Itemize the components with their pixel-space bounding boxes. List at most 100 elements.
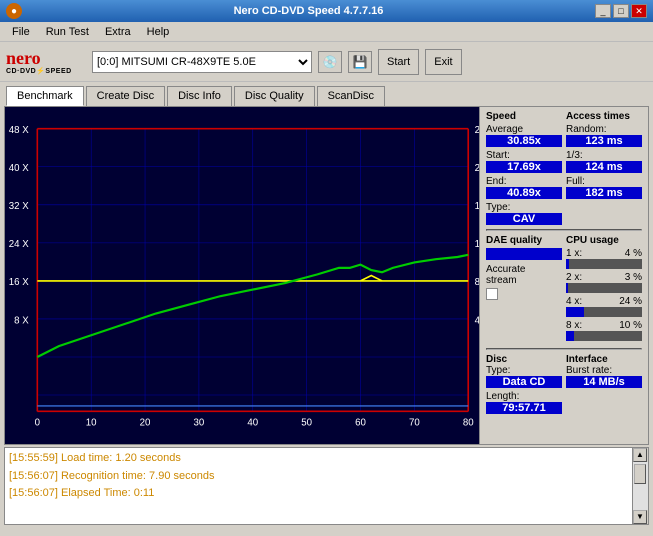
disc-length-value: 79:57.71 — [486, 402, 562, 414]
interface-title: Interface — [566, 354, 642, 365]
menu-bar: File Run Test Extra Help — [0, 22, 653, 42]
accurate-label: Accurate stream — [486, 264, 562, 286]
cpu-col: CPU usage 1 x:4 % 2 x:3 % 4 x:24 % 8 x:1… — [566, 235, 642, 344]
nero-subtitle: CD·DVD⚡SPEED — [6, 67, 86, 75]
dae-col: DAE quality Accurate stream — [486, 235, 562, 344]
disc-type-label: Disc — [486, 354, 562, 365]
access-third-value: 124 ms — [566, 161, 642, 173]
tab-disc-info[interactable]: Disc Info — [167, 86, 232, 106]
svg-text:70: 70 — [409, 417, 420, 428]
speed-average-value: 30.85x — [486, 135, 562, 147]
svg-text:20: 20 — [475, 163, 479, 174]
svg-text:30: 30 — [194, 417, 205, 428]
speed-section: Speed Average 30.85x Start: 17.69x End: … — [486, 111, 642, 225]
menu-help[interactable]: Help — [139, 24, 178, 40]
svg-text:48 X: 48 X — [9, 125, 29, 136]
cpu-row-0: 1 x:4 % — [566, 248, 642, 269]
log-content: [15:55:59] Load time: 1.20 seconds [15:5… — [5, 448, 632, 524]
log-line-1: [15:56:07] Recognition time: 7.90 second… — [9, 468, 628, 486]
svg-text:0: 0 — [35, 417, 41, 428]
toolbar: nero CD·DVD⚡SPEED [0:0] MITSUMI CR-48X9T… — [0, 42, 653, 82]
accurate-stream-checkbox[interactable] — [486, 288, 498, 300]
start-button[interactable]: Start — [378, 49, 419, 75]
access-random-value: 123 ms — [566, 135, 642, 147]
window-icon: ● — [6, 3, 22, 19]
scroll-up-button[interactable]: ▲ — [633, 448, 647, 462]
log-line-2: [15:56:07] Elapsed Time: 0:11 — [9, 485, 628, 503]
right-panel: Speed Average 30.85x Start: 17.69x End: … — [480, 107, 648, 444]
tab-benchmark[interactable]: Benchmark — [6, 86, 84, 106]
disc-icon[interactable]: 💿 — [318, 51, 342, 73]
svg-text:16: 16 — [475, 201, 479, 212]
menu-extra[interactable]: Extra — [97, 24, 139, 40]
chart-svg: 48 X 40 X 32 X 24 X 16 X 8 X 24 20 16 12… — [5, 107, 479, 444]
scroll-thumb[interactable] — [634, 464, 646, 484]
burst-label: Burst rate: — [566, 365, 642, 376]
access-full-value: 182 ms — [566, 187, 642, 199]
log-scrollbar: ▲ ▼ — [632, 448, 648, 524]
svg-text:8 X: 8 X — [14, 315, 29, 326]
log-area: [15:55:59] Load time: 1.20 seconds [15:5… — [4, 447, 649, 525]
svg-text:16 X: 16 X — [9, 277, 29, 288]
maximize-button[interactable]: □ — [613, 4, 629, 18]
disc-length-label: Length: — [486, 391, 562, 402]
interface-col: Interface Burst rate: 14 MB/s — [566, 354, 642, 414]
svg-text:40: 40 — [247, 417, 258, 428]
dae-bar — [486, 248, 562, 260]
svg-text:20: 20 — [140, 417, 151, 428]
nero-logo: nero CD·DVD⚡SPEED — [6, 49, 86, 75]
main-content: 48 X 40 X 32 X 24 X 16 X 8 X 24 20 16 12… — [4, 106, 649, 445]
access-third-label: 1/3: — [566, 150, 642, 161]
access-random-label: Random: — [566, 124, 642, 135]
svg-text:12: 12 — [475, 239, 479, 250]
cpu-title: CPU usage — [566, 235, 642, 246]
cpu-row-3: 8 x:10 % — [566, 320, 642, 341]
tab-scan-disc[interactable]: ScanDisc — [317, 86, 385, 106]
cpu-row-1: 2 x:3 % — [566, 272, 642, 293]
speed-type-value: CAV — [486, 213, 562, 225]
speed-start-value: 17.69x — [486, 161, 562, 173]
disc-type-sub: Type: — [486, 365, 562, 376]
svg-text:24 X: 24 X — [9, 239, 29, 250]
access-col: Access times Random: 123 ms 1/3: 124 ms … — [566, 111, 642, 225]
disc-col: Disc Type: Data CD Length: 79:57.71 — [486, 354, 562, 414]
svg-text:40 X: 40 X — [9, 163, 29, 174]
close-button[interactable]: ✕ — [631, 4, 647, 18]
svg-text:60: 60 — [355, 417, 366, 428]
svg-text:10: 10 — [86, 417, 97, 428]
menu-run-test[interactable]: Run Test — [38, 24, 97, 40]
svg-text:32 X: 32 X — [9, 201, 29, 212]
speed-type-label: Type: — [486, 202, 562, 213]
save-icon[interactable]: 💾 — [348, 51, 372, 73]
svg-text:50: 50 — [301, 417, 312, 428]
dae-title: DAE quality — [486, 235, 562, 246]
tab-create-disc[interactable]: Create Disc — [86, 86, 165, 106]
minimize-button[interactable]: _ — [595, 4, 611, 18]
cpu-row-2: 4 x:24 % — [566, 296, 642, 317]
speed-title: Speed — [486, 111, 562, 122]
accurate-stream-checkbox-row — [486, 288, 562, 300]
dae-cpu-section: DAE quality Accurate stream CPU usage 1 … — [486, 235, 642, 344]
speed-end-label: End: — [486, 176, 562, 187]
tabs-bar: Benchmark Create Disc Disc Info Disc Qua… — [0, 82, 653, 106]
speed-average-label: Average — [486, 124, 562, 135]
nero-brand: nero — [6, 49, 86, 67]
drive-selector[interactable]: [0:0] MITSUMI CR-48X9TE 5.0E — [92, 51, 312, 73]
window-controls: _ □ ✕ — [595, 4, 647, 18]
scroll-track — [633, 462, 648, 510]
svg-text:4: 4 — [475, 315, 479, 326]
svg-text:24: 24 — [475, 125, 479, 136]
menu-file[interactable]: File — [4, 24, 38, 40]
speed-col: Speed Average 30.85x Start: 17.69x End: … — [486, 111, 562, 225]
access-title: Access times — [566, 111, 642, 122]
speed-end-value: 40.89x — [486, 187, 562, 199]
disc-type-value: Data CD — [486, 376, 562, 388]
log-line-0: [15:55:59] Load time: 1.20 seconds — [9, 450, 628, 468]
window-title: Nero CD-DVD Speed 4.7.7.16 — [22, 5, 595, 17]
scroll-down-button[interactable]: ▼ — [633, 510, 647, 524]
disc-interface-section: Disc Type: Data CD Length: 79:57.71 Inte… — [486, 354, 642, 414]
tab-disc-quality[interactable]: Disc Quality — [234, 86, 315, 106]
exit-button[interactable]: Exit — [425, 49, 461, 75]
speed-start-label: Start: — [486, 150, 562, 161]
access-full-label: Full: — [566, 176, 642, 187]
